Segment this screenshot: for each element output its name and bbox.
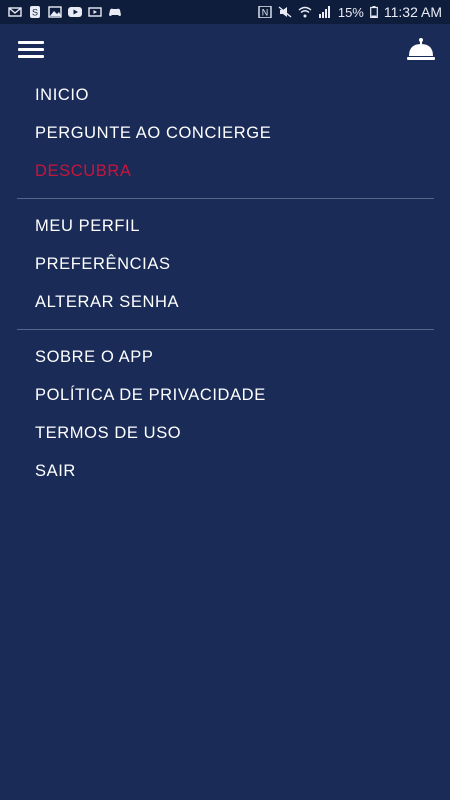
menu-item-pergunte-ao-concierge[interactable]: PERGUNTE AO CONCIERGE [0,114,450,152]
menu-item-sair[interactable]: SAIR [0,452,450,490]
clock: 11:32 AM [383,4,442,20]
video-icon [88,7,102,17]
menu-item-descubra[interactable]: DESCUBRA [0,152,450,190]
notification-icons: S [8,6,122,18]
status-bar: S N 15% 11:32 AM [0,0,450,24]
nfc-icon: N [258,6,272,18]
wifi-icon [298,6,312,18]
menu-item-sobre-o-app[interactable]: SOBRE O APP [0,338,450,376]
svg-text:S: S [32,8,38,18]
signal-icon [318,6,330,18]
menu-item-meu-perfil[interactable]: MEU PERFIL [0,207,450,245]
mail-icon [8,7,22,17]
menu-divider [17,329,434,330]
svg-text:N: N [262,8,269,18]
menu-divider [17,198,434,199]
mute-icon [278,6,292,18]
app-notification-icon: S [30,6,40,18]
menu-group-account: MEU PERFIL PREFERÊNCIAS ALTERAR SENHA [0,207,450,321]
battery-icon [369,6,378,18]
battery-percent: 15% [337,4,364,20]
app-header [0,24,450,76]
youtube-icon [68,7,82,17]
image-icon [48,6,62,18]
menu-item-termos-de-uso[interactable]: TERMOS DE USO [0,414,450,452]
concierge-bell-icon[interactable] [406,36,436,62]
menu-item-alterar-senha[interactable]: ALTERAR SENHA [0,283,450,321]
system-status: N 15% 11:32 AM [258,4,442,20]
gamepad-icon [109,8,121,16]
menu-item-politica-de-privacidade[interactable]: POLÍTICA DE PRIVACIDADE [0,376,450,414]
menu-item-inicio[interactable]: INICIO [0,76,450,114]
hamburger-menu-icon[interactable] [18,41,44,59]
menu-item-preferencias[interactable]: PREFERÊNCIAS [0,245,450,283]
menu-group-primary: INICIO PERGUNTE AO CONCIERGE DESCUBRA [0,76,450,190]
navigation-menu: INICIO PERGUNTE AO CONCIERGE DESCUBRA ME… [0,76,450,490]
menu-group-about: SOBRE O APP POLÍTICA DE PRIVACIDADE TERM… [0,338,450,490]
